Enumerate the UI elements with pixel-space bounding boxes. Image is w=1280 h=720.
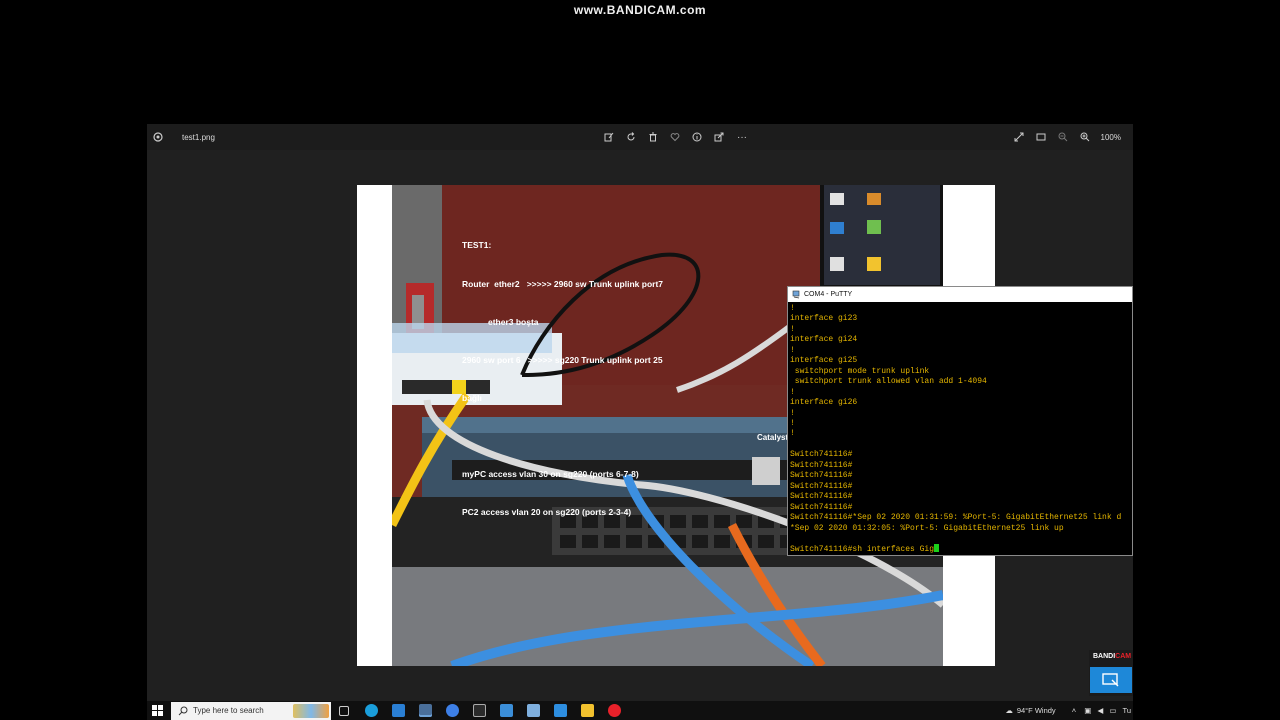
terminal-line: interface gi24 [790, 335, 858, 345]
taskbar-search-input[interactable]: Type here to search [171, 702, 331, 720]
terminal-line: ! [790, 324, 795, 334]
screen-capture-button[interactable] [1090, 667, 1132, 693]
explorer-icon[interactable] [581, 704, 594, 717]
capture-icon [1102, 673, 1119, 687]
volume-icon[interactable]: ◀ [1097, 706, 1103, 715]
search-icon [178, 706, 188, 716]
rotate-icon[interactable] [624, 130, 638, 144]
delete-icon[interactable] [646, 130, 660, 144]
putty-title: COM4 - PuTTY [804, 291, 853, 298]
weather-text[interactable]: 94°F Windy [1017, 706, 1056, 715]
terminal-line: interface gi26 [790, 398, 858, 408]
fit-icon[interactable] [1034, 130, 1048, 144]
taskbar: Type here to search ☁ 94°F Windy ˄ ▣ ◀ ▭ … [147, 701, 1133, 720]
chevron-up-icon[interactable]: ˄ [1072, 706, 1076, 715]
task-view-icon[interactable] [339, 706, 349, 716]
zoom-out-icon[interactable] [1056, 130, 1070, 144]
terminal-line: Switch741116# [790, 471, 853, 481]
terminal-output[interactable]: ! interface gi23! interface gi24! interface… [788, 302, 1132, 555]
terminal-line: Switch741116# [790, 460, 853, 470]
terminal-line: ! [790, 429, 795, 439]
photos-icon[interactable] [500, 704, 513, 717]
bandicam-panel: BANDICAM [1089, 650, 1133, 696]
terminal-line: ! [790, 418, 795, 428]
bandicam-logo-b: CAM [1115, 653, 1132, 660]
fullscreen-icon[interactable] [1012, 130, 1026, 144]
browser-icon[interactable] [446, 704, 459, 717]
tray-text[interactable]: Tu [1123, 706, 1131, 715]
search-placeholder: Type here to search [193, 706, 264, 715]
terminal-line: Switch741116# [790, 450, 853, 460]
terminal-prompt[interactable]: Switch741116#sh interfaces Gig [790, 544, 1130, 555]
zoom-level[interactable]: 100% [1101, 133, 1121, 142]
terminal-line: ! [790, 387, 795, 397]
prompt-text: Switch741116#sh interfaces Gig [790, 545, 935, 555]
photo-note-line: PC2 access vlan 20 on sg220 (ports 2-3-4… [462, 507, 632, 518]
bandicam-watermark: www.BANDICAM.com [573, 3, 707, 17]
viewer-toolbar: test1.png ··· 100% [147, 124, 1133, 150]
terminal-line: switchport mode trunk uplink [790, 366, 930, 376]
putty-icon[interactable] [419, 704, 432, 717]
favorite-icon[interactable] [668, 130, 682, 144]
weather-icon: ☁ [1005, 706, 1013, 715]
photo-notes: TEST1: Router ether2 >>>>> 2960 sw Trunk… [462, 214, 663, 544]
screen: www.BANDICAM.com test1.png ··· 100% TEST… [0, 0, 1280, 720]
switch-model-label: Catalyst [757, 433, 789, 442]
photo-note-line: 2960 sw port 6 >>>>> sg220 Trunk uplink … [462, 354, 663, 365]
edit-icon[interactable] [602, 130, 616, 144]
terminal-line: ! [790, 345, 795, 355]
photo-note-line: bağlı [462, 392, 482, 403]
mail-icon[interactable] [392, 704, 405, 717]
putty-window[interactable]: COM4 - PuTTY ! interface gi23! interface g… [787, 286, 1133, 556]
putty-icon [792, 290, 800, 299]
windows-start-icon[interactable] [152, 705, 163, 716]
terminal-icon[interactable] [473, 704, 486, 717]
info-icon[interactable] [690, 130, 704, 144]
photo-note-line [462, 430, 663, 443]
terminal-line: ! [790, 408, 795, 418]
terminal-line: *Sep 02 2020 01:32:05: %Port-5: GigabitE… [790, 523, 1064, 533]
language-icon[interactable]: ▭ [1109, 706, 1116, 715]
network-icon[interactable]: ▣ [1084, 706, 1091, 715]
terminal-line: Switch741116#*Sep 02 2020 01:31:59: %Por… [790, 513, 1122, 523]
share-icon[interactable] [712, 130, 726, 144]
bandicam-logo-a: BANDI [1093, 653, 1116, 660]
photo-note-line: TEST1: [462, 240, 492, 251]
terminal-line: switchport trunk allowed vlan add 1-4094 [790, 377, 987, 387]
terminal-cursor [934, 544, 940, 553]
search-highlight-icon [293, 704, 329, 718]
terminal-line: Switch741116# [790, 502, 853, 512]
file-name: test1.png [182, 133, 215, 142]
terminal-line: interface gi23 [790, 314, 858, 324]
system-tray: ☁ 94°F Windy ˄ ▣ ◀ ▭ Tu [1005, 701, 1133, 720]
app-icon[interactable] [554, 704, 567, 717]
terminal-line: interface gi25 [790, 356, 858, 366]
more-icon[interactable]: ··· [735, 130, 749, 144]
zoom-in-icon[interactable] [1078, 130, 1092, 144]
photo-note-line: ether3 boşta [462, 316, 539, 327]
photo-note-line: Router ether2 >>>>> 2960 sw Trunk uplink… [462, 278, 664, 289]
photos-app-icon [153, 132, 163, 142]
terminal-line: Switch741116# [790, 481, 853, 491]
photo-note-line: myPC access vlan 30 on sg220 (ports 6-7-… [462, 469, 639, 480]
terminal-line: Switch741116# [790, 492, 853, 502]
terminal-line: ! [790, 304, 795, 313]
edge-icon[interactable] [365, 704, 378, 717]
record-icon[interactable] [608, 704, 621, 717]
putty-titlebar[interactable]: COM4 - PuTTY [788, 287, 1132, 302]
notepad-icon[interactable] [527, 704, 540, 717]
bandicam-logo: BANDICAM [1093, 653, 1131, 660]
